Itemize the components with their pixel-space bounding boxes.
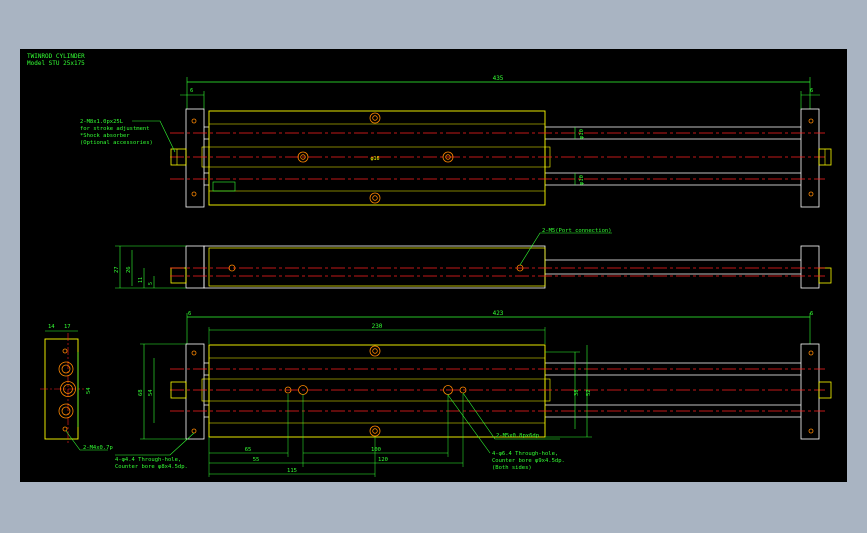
dim-side-height-label: 27: [114, 266, 120, 273]
plate-hole: [808, 350, 814, 356]
side-body: [203, 245, 546, 289]
port-callout: 2-M5(Port connection): [542, 228, 612, 234]
dim-bottom-label-4: 115: [287, 468, 297, 474]
end-rod-hole: [58, 403, 74, 419]
side-right-plate: [800, 245, 820, 289]
dim-height-inner-label: 54: [148, 389, 154, 396]
dim-end-b-label: 17: [64, 324, 71, 330]
dim-end-c-label: 54: [86, 387, 92, 394]
callout-line-3: *Shock absorber: [80, 133, 130, 139]
dim-bottom-label-2: 55: [253, 457, 260, 463]
callout-line-4: (Optional accessories): [80, 140, 153, 146]
side-view: 2-M5(Port connection) 27 26 11 5: [114, 228, 832, 289]
through-left-leader: [115, 432, 195, 456]
dim-right-b-label: 52: [586, 389, 592, 396]
dim-bottom-label-0: 65: [245, 447, 252, 453]
plate-hole: [808, 428, 814, 434]
side-body-inner: [208, 247, 546, 287]
callout-line-1: 2-M8x1.0px25L: [80, 119, 124, 125]
through-right-2: Counter bore φ9x4.5dp.: [492, 458, 565, 464]
drawing-title: TWINROD CYLINDER: [27, 53, 85, 60]
dim-bottom-label-3: 120: [378, 457, 388, 463]
side-shock-left: [170, 267, 187, 284]
bottom-left-plate: [185, 343, 205, 440]
dim-end-a-label: 14: [48, 324, 55, 330]
dim-right-a-label: 38: [574, 389, 580, 396]
dim-left-label: 6: [190, 88, 193, 94]
end-rod-hole-inner: [61, 406, 71, 416]
rod-dia-upper: φ10: [579, 129, 585, 139]
body-center-text: φ16: [370, 156, 379, 162]
thread-callout: 2-M5x0.8px6dp: [496, 433, 539, 439]
plate-hole: [191, 191, 197, 197]
drawing-canvas: TWINROD CYLINDER Model STU 25x175 435 6 …: [20, 49, 847, 482]
through-left-2: Counter bore φ8x4.5dp.: [115, 464, 188, 470]
end-callout: 2-M4x0.7p: [83, 445, 113, 451]
plate-hole: [191, 428, 197, 434]
end-rod-hole-inner: [61, 364, 71, 374]
dim-right-label: 6: [810, 311, 813, 317]
end-small-hole: [62, 348, 68, 354]
dim-height-outer-label: 68: [138, 389, 144, 396]
dim-body-label: 230: [372, 323, 383, 330]
drawing-model: Model STU 25x175: [27, 60, 85, 67]
rod-dia-lower: φ10: [579, 175, 585, 185]
plate-hole: [808, 191, 814, 197]
callout-line-2: for stroke adjustment: [80, 126, 150, 132]
plate-hole: [191, 118, 197, 124]
top-view: 435 6 6 φ16 φ10 φ10 2-M8x1.0px25L for st…: [80, 75, 832, 208]
side-left-plate: [185, 245, 205, 289]
bottom-view: 423 6 6 230 68 54 38 52 65 100 55 120 11…: [115, 310, 832, 477]
end-small-hole: [62, 426, 68, 432]
end-rod-hole: [58, 361, 74, 377]
plate-hole: [191, 350, 197, 356]
dim-right-label: 6: [810, 88, 813, 94]
through-right-1: 4-φ6.4 Through-hole,: [492, 451, 558, 457]
through-left-1: 4-φ4.4 Through-hole,: [115, 457, 181, 463]
cad-drawing: 435 6 6 φ16 φ10 φ10 2-M8x1.0px25L for st…: [40, 75, 832, 477]
side-shock-right: [818, 267, 832, 284]
bottom-right-plate: [800, 343, 820, 440]
end-view: 54 14 17 2-M4x0.7p: [40, 324, 113, 451]
dim-left-label: 6: [188, 311, 191, 317]
dim-small-a-label: 11: [138, 277, 144, 283]
dim-side-inner-label: 26: [126, 266, 132, 273]
dim-total-label: 435: [493, 75, 504, 82]
dim-total-label: 423: [493, 310, 504, 317]
dim-bottom-label-1: 100: [371, 447, 381, 453]
dim-small-b-label: 5: [148, 282, 154, 285]
through-right-3: (Both sides): [492, 465, 532, 471]
plate-hole: [808, 118, 814, 124]
